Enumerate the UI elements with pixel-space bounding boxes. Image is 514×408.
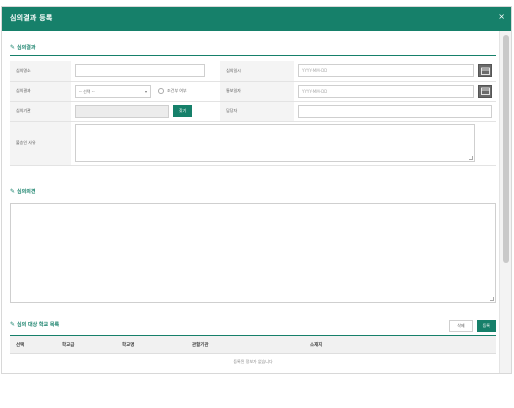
calendar-icon[interactable]: [478, 84, 492, 98]
column-school-name[interactable]: 학교명: [116, 335, 186, 354]
section-rule: [10, 55, 496, 56]
label-manager: 담당자: [220, 101, 294, 122]
table-header-row: 선택 학교급 학교명 관할기관 소재지: [10, 335, 496, 354]
radio-circle-icon: [157, 88, 164, 94]
resize-grip-icon[interactable]: [490, 297, 494, 301]
chevron-down-icon: ▾: [144, 88, 147, 94]
target-school-table: 선택 학교급 학교명 관할기관 소재지: [10, 335, 496, 354]
label-review-date: 심의일시: [220, 61, 294, 82]
column-school-level[interactable]: 학교급: [56, 335, 116, 354]
column-select[interactable]: 선택: [10, 335, 56, 354]
target-actions: 삭제 등록: [449, 320, 496, 332]
dialog-title: 심의결과 등록: [10, 14, 53, 22]
review-date-input[interactable]: YYYY-MM-DD: [298, 64, 474, 78]
form-row: 심의명소 심의일시 YYYY-MM-DD: [10, 61, 496, 82]
empty-message: 등록된 정보가 없습니다: [233, 359, 273, 364]
pencil-icon: ✎: [10, 44, 16, 51]
opinion-textarea[interactable]: [10, 203, 496, 303]
label-review-name: 심의명소: [10, 61, 71, 82]
review-agency-input: [74, 104, 169, 118]
section-title-opinion: ✎ 심의의견: [10, 188, 35, 195]
calendar-icon[interactable]: [478, 64, 492, 78]
section-title-result-label: 심의결과: [17, 45, 36, 51]
pencil-icon: ✎: [10, 188, 16, 195]
dialog-body: ✎ 심의결과 심의명소 심의일시 YYYY-MM-DD 심의결과 -- 선택 -…: [2, 31, 499, 373]
search-agency-button[interactable]: 찾기: [172, 105, 193, 117]
form-row: 심의기관 찾기 담당자: [10, 101, 496, 122]
section-title-result: ✎ 심의결과: [10, 44, 35, 51]
section-title-target-label: 심의 대상 학교 목록: [17, 322, 60, 328]
label-notify-date: 통보일자: [220, 81, 294, 102]
label-review-result: 심의결과: [10, 81, 71, 102]
label-rejection-reason: 불승인 사유: [10, 121, 71, 166]
label-review-agency: 심의기관: [10, 101, 71, 122]
pencil-icon: ✎: [10, 321, 16, 328]
manager-input[interactable]: [298, 104, 492, 118]
review-result-select[interactable]: -- 선택 -- ▾: [74, 84, 151, 98]
form-row: 불승인 사유: [10, 121, 496, 166]
conditional-checkbox-label: 조건부 여부: [166, 88, 187, 93]
section-title-target: ✎ 심의 대상 학교 목록: [10, 321, 59, 328]
review-result-select-value: -- 선택 --: [78, 88, 95, 94]
column-location[interactable]: 소재지: [304, 335, 496, 354]
vertical-scrollbar[interactable]: [499, 31, 511, 373]
resize-grip-icon[interactable]: [468, 156, 473, 160]
register-button[interactable]: 등록: [476, 320, 496, 332]
rejection-reason-textarea[interactable]: [74, 124, 475, 162]
close-icon[interactable]: ×: [498, 12, 505, 22]
scrollbar-thumb[interactable]: [503, 35, 509, 263]
form-row: 심의결과 -- 선택 -- ▾ 조건부 여부 통보일자 YYYY-MM-DD: [10, 81, 496, 102]
conditional-checkbox[interactable]: 조건부 여부: [157, 88, 187, 94]
notify-date-input[interactable]: YYYY-MM-DD: [298, 84, 474, 98]
dialog-titlebar: 심의결과 등록 ×: [2, 7, 511, 31]
result-form: 심의명소 심의일시 YYYY-MM-DD 심의결과 -- 선택 -- ▾ 조건부…: [10, 61, 496, 166]
section-title-opinion-label: 심의의견: [17, 189, 36, 195]
dialog: 심의결과 등록 × ✎ 심의결과 심의명소 심의일시 YYYY-MM-DD 심의…: [1, 6, 512, 374]
delete-button[interactable]: 삭제: [449, 320, 473, 332]
review-name-input[interactable]: [74, 64, 205, 78]
column-jurisdiction[interactable]: 관할기관: [186, 335, 304, 354]
